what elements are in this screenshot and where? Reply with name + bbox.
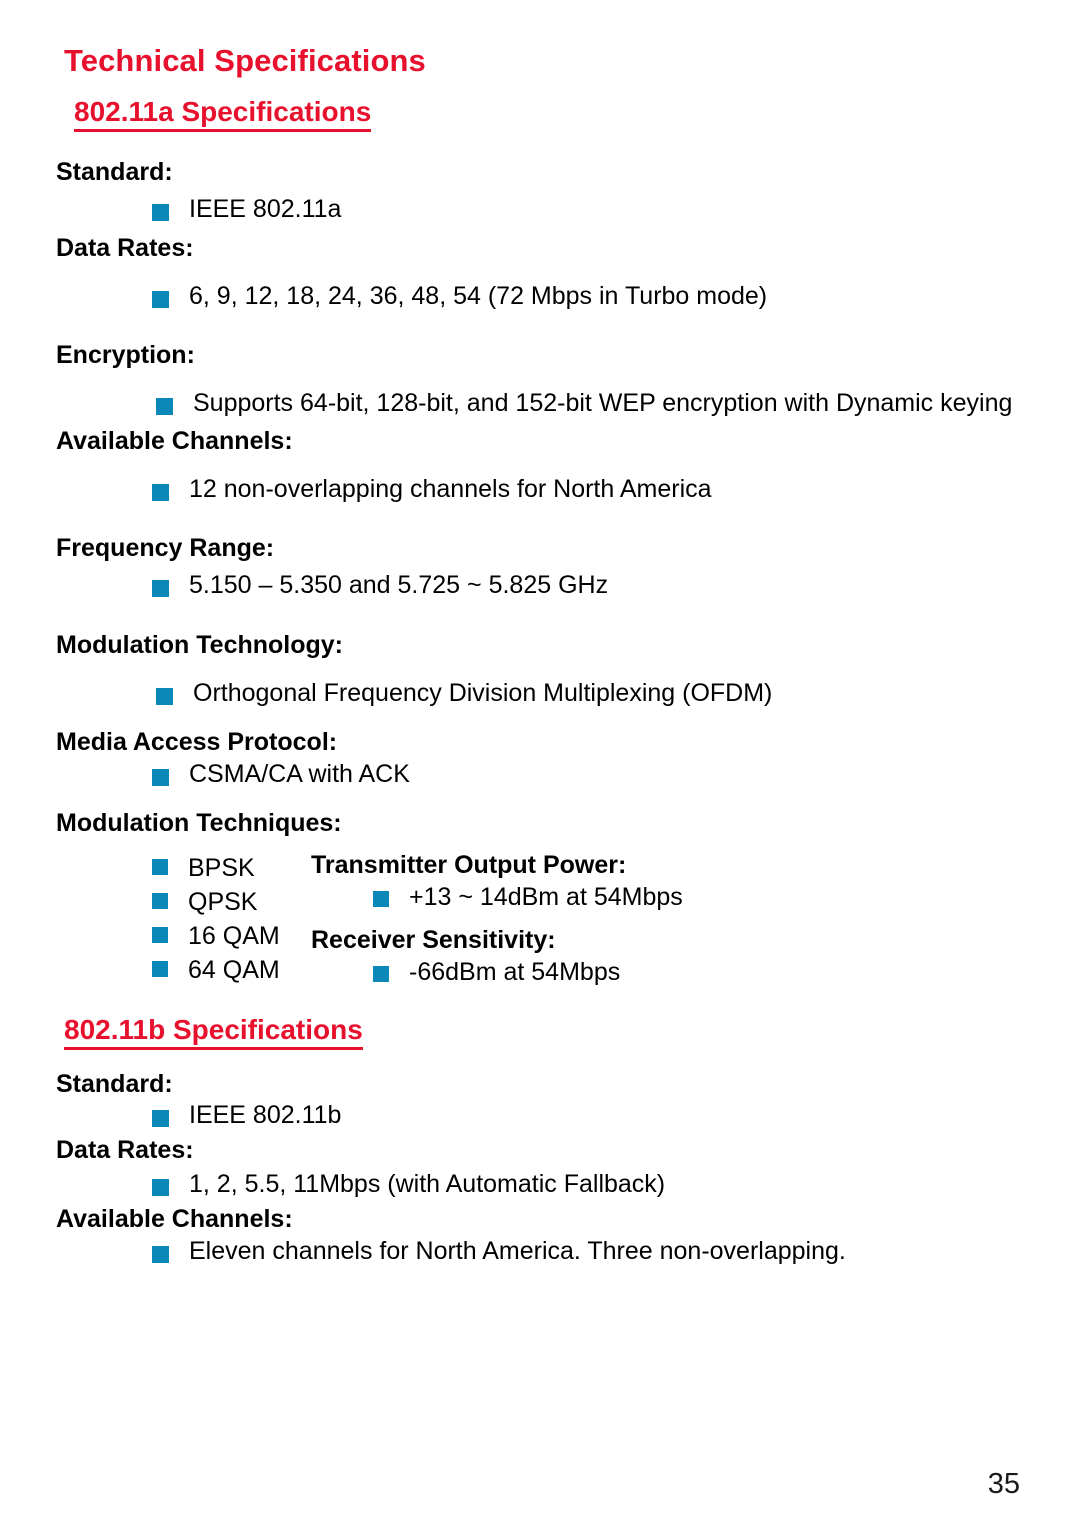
list-item-label: BPSK [188,854,255,883]
square-bullet-icon [152,1109,169,1127]
square-bullet-icon [373,966,389,983]
spec-block-available-channels-a: Available Channels: 12 non-overlapping c… [56,427,1040,504]
square-bullet-icon [152,290,169,308]
list-item-label: CSMA/CA with ACK [189,759,410,788]
spec-label: Frequency Range: [56,534,275,563]
spec-label: Data Rates: [56,233,194,262]
square-bullet-icon [152,484,169,502]
spec-label: Modulation Techniques: [56,809,342,838]
square-bullet-icon [152,768,169,786]
spec-block-available-channels-b: Available Channels: Eleven channels for … [56,1205,1040,1266]
spec-block-encryption-a: Encryption: Supports 64-bit, 128-bit, an… [56,341,1040,418]
list-item-label: 6, 9, 12, 18, 24, 36, 48, 54 (72 Mbps in… [189,281,768,310]
section-heading-802-11b: 802.11b Specifications [64,1014,363,1050]
list-item-label: 12 non-overlapping channels for North Am… [189,475,712,504]
spec-label: Standard: [56,1069,173,1098]
list-item-label: Orthogonal Frequency Division Multiplexi… [193,678,773,707]
list-item: 1, 2, 5.5, 11Mbps (with Automatic Fallba… [56,1170,1040,1199]
list-item: 5.150 – 5.350 and 5.725 ~ 5.825 GHz [56,571,1040,600]
modulation-techniques-list: BPSK QPSK 16 QAM 64 QAM [56,851,311,987]
list-item-label: +13 ~ 14dBm at 54Mbps [409,883,683,912]
section-802-11a-heading-wrap: 802.11a Specifications [56,96,1040,146]
list-item-label: Supports 64-bit, 128-bit, and 152-bit WE… [193,388,1013,417]
spec-block-transmitter-output-power: Transmitter Output Power: +13 ~ 14dBm at… [311,851,1040,912]
spec-block-data-rates-b: Data Rates: 1, 2, 5.5, 11Mbps (with Auto… [56,1136,1040,1199]
list-item: Supports 64-bit, 128-bit, and 152-bit WE… [56,389,1040,418]
modulation-two-column-region: BPSK QPSK 16 QAM 64 QAM Transmitter Outp [56,851,1040,988]
square-bullet-icon [152,893,168,910]
list-item: 12 non-overlapping channels for North Am… [56,475,1040,504]
list-item-label: 1, 2, 5.5, 11Mbps (with Automatic Fallba… [189,1169,666,1198]
page-number: 35 [987,1468,1020,1500]
square-bullet-icon [152,927,168,944]
list-item-label: 5.150 – 5.350 and 5.725 ~ 5.825 GHz [189,571,609,600]
spec-block-standard-b: Standard: IEEE 802.11b [56,1070,1040,1130]
spec-label: Receiver Sensitivity: [311,926,556,955]
list-item: IEEE 802.11b [56,1101,1040,1130]
spec-block-modulation-techniques-a: Modulation Techniques: BPSK QPSK 16 QAM [56,809,1040,988]
list-item: IEEE 802.11a [56,195,1040,224]
list-item: Eleven channels for North America. Three… [56,1237,1040,1266]
section-heading-802-11a: 802.11a Specifications [74,96,372,133]
spec-block-modulation-technology-a: Modulation Technology: Orthogonal Freque… [56,631,1040,708]
square-bullet-icon [156,397,173,415]
spec-label: Media Access Protocol: [56,727,338,756]
spec-label: Modulation Technology: [56,630,343,659]
square-bullet-icon [152,1246,169,1264]
list-item-label: IEEE 802.11a [189,195,342,224]
spec-label: Data Rates: [56,1135,194,1164]
spec-block-media-access-protocol-a: Media Access Protocol: CSMA/CA with ACK [56,728,1040,789]
spec-label: Available Channels: [56,1205,293,1234]
square-bullet-icon [152,1178,169,1196]
list-item-label: 16 QAM [188,922,280,951]
list-item: QPSK [152,885,311,919]
list-item: BPSK [152,851,311,885]
list-item-label: QPSK [188,888,258,917]
list-item: 16 QAM [152,919,311,953]
spec-label: Encryption: [56,340,195,369]
spec-label: Available Channels: [56,427,293,456]
list-item: +13 ~ 14dBm at 54Mbps [311,883,1040,912]
list-item: CSMA/CA with ACK [56,760,1040,789]
list-item-label: Eleven channels for North America. Three… [189,1237,846,1266]
spec-block-receiver-sensitivity: Receiver Sensitivity: -66dBm at 54Mbps [311,926,1040,987]
page-title: Technical Specifications [64,43,426,78]
power-sensitivity-column: Transmitter Output Power: +13 ~ 14dBm at… [311,851,1040,988]
spec-label: Transmitter Output Power: [311,851,627,880]
square-bullet-icon [156,687,173,705]
list-item: Orthogonal Frequency Division Multiplexi… [56,679,1040,708]
square-bullet-icon [152,204,169,222]
section-802-11b-heading-wrap: 802.11b Specifications [56,1014,1040,1064]
spec-label: Standard: [56,158,173,187]
list-item-label: 64 QAM [188,956,280,985]
square-bullet-icon [152,859,168,876]
square-bullet-icon [152,961,168,978]
list-item: -66dBm at 54Mbps [311,958,1040,987]
spec-block-data-rates-a: Data Rates: 6, 9, 12, 18, 24, 36, 48, 54… [56,234,1040,311]
list-item-label: -66dBm at 54Mbps [409,958,621,987]
list-item-label: IEEE 802.11b [189,1100,342,1129]
list-item: 64 QAM [152,953,311,987]
list-item: 6, 9, 12, 18, 24, 36, 48, 54 (72 Mbps in… [56,282,1040,311]
square-bullet-icon [373,891,389,908]
spec-block-frequency-range-a: Frequency Range: 5.150 – 5.350 and 5.725… [56,534,1040,600]
square-bullet-icon [152,580,169,598]
document-page: Technical Specifications 802.11a Specifi… [0,0,1080,1529]
spec-block-standard-a: Standard: IEEE 802.11a [56,158,1040,224]
